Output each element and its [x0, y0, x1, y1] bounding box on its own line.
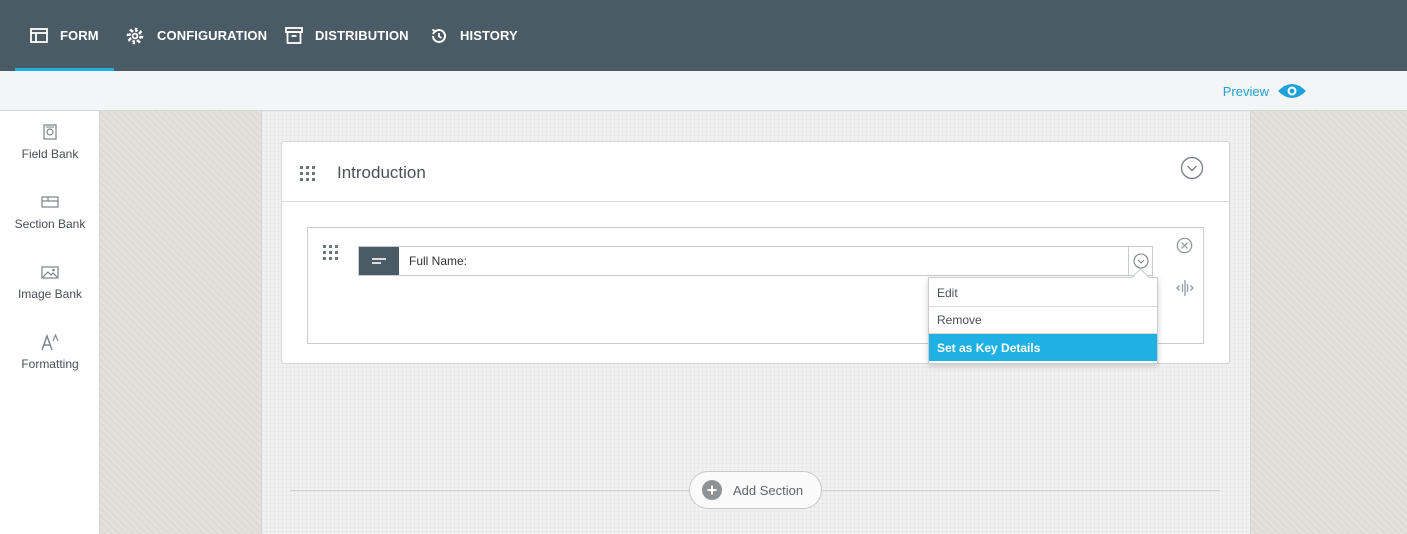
sidebar-item-section-bank[interactable]: Section Bank	[0, 191, 100, 231]
chevron-down-circle-icon	[1132, 253, 1149, 269]
chevron-down-circle-icon	[1180, 156, 1204, 180]
sidebar-item-image-bank[interactable]: Image Bank	[0, 261, 100, 301]
add-section-button[interactable]: Add Section	[689, 471, 822, 509]
field-resize-handle[interactable]	[1176, 279, 1194, 302]
section-drag-handle-icon[interactable]	[300, 166, 315, 181]
tab-distribution[interactable]: DISTRIBUTION	[285, 0, 409, 71]
sidebar-item-label: Section Bank	[14, 217, 86, 231]
tab-distribution-label: DISTRIBUTION	[315, 28, 409, 43]
history-clock-icon	[431, 28, 446, 43]
table-icon	[30, 28, 48, 43]
field-row[interactable]: Full Name:	[358, 246, 1153, 276]
tab-configuration-label: CONFIGURATION	[157, 28, 268, 43]
tab-form-label: FORM	[60, 28, 99, 43]
sidebar-item-field-bank[interactable]: Field Bank	[0, 121, 100, 161]
field-remove-button[interactable]	[1176, 237, 1193, 259]
archive-box-icon	[285, 27, 303, 44]
field-drag-handle-icon[interactable]	[323, 245, 338, 260]
preview-label: Preview	[1222, 83, 1269, 99]
field-label: Full Name:	[409, 254, 468, 268]
section-header: Introduction	[282, 142, 1229, 202]
resize-horizontal-icon	[1176, 280, 1194, 296]
sidebar-item-label: Image Bank	[17, 287, 83, 301]
field-type-badge	[359, 247, 399, 275]
text-format-icon	[41, 333, 59, 351]
image-icon	[41, 265, 59, 279]
menu-item-remove[interactable]: Remove	[929, 307, 1157, 334]
gear-icon	[126, 27, 144, 44]
field-bank-icon	[43, 124, 57, 140]
top-nav: FORM CONFIGURATION DISTRIBUTION HISTORY	[0, 0, 1407, 71]
field-context-menu: Edit Remove Set as Key Details	[928, 277, 1158, 364]
tab-history-label: HISTORY	[460, 28, 518, 43]
left-sidebar: Field Bank Section Bank Image Bank Forma…	[0, 111, 100, 534]
preview-button[interactable]: Preview	[1223, 82, 1307, 100]
sidebar-item-label: Formatting	[21, 357, 79, 371]
plus-circle-icon	[702, 480, 722, 500]
section-menu-toggle[interactable]	[1180, 156, 1204, 185]
close-circle-icon	[1176, 237, 1193, 254]
tab-configuration[interactable]: CONFIGURATION	[125, 0, 267, 71]
menu-item-set-key-details[interactable]: Set as Key Details	[929, 334, 1157, 361]
section-bank-icon	[41, 196, 59, 208]
add-section-label: Add Section	[733, 482, 804, 498]
menu-item-edit[interactable]: Edit	[929, 280, 1157, 307]
tab-history[interactable]: HISTORY	[430, 0, 518, 71]
sub-toolbar: Preview	[0, 71, 1407, 111]
text-field-icon	[372, 258, 386, 264]
sidebar-item-formatting[interactable]: Formatting	[0, 331, 100, 371]
tab-form[interactable]: FORM	[15, 0, 114, 71]
sidebar-item-label: Field Bank	[21, 147, 79, 161]
eye-icon	[1278, 84, 1306, 98]
section-title: Introduction	[337, 163, 426, 182]
